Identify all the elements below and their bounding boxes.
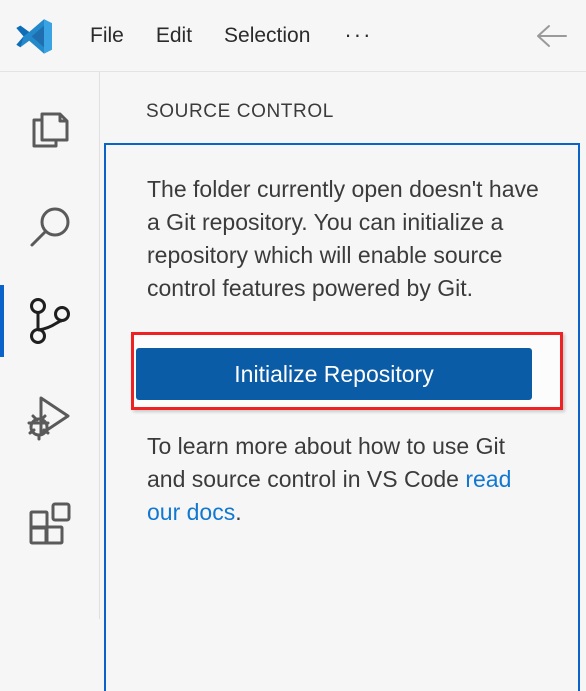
annotation-highlight-box: Initialize Repository xyxy=(131,332,563,410)
sidebar-item-extensions[interactable] xyxy=(0,487,100,559)
menu-item-edit[interactable]: Edit xyxy=(140,17,208,54)
active-indicator xyxy=(0,192,4,264)
active-indicator xyxy=(0,285,4,357)
source-control-sidebar: SOURCE CONTROL The folder currently open… xyxy=(101,72,586,691)
menu-item-more-icon[interactable]: ··· xyxy=(326,16,388,54)
menu-item-file[interactable]: File xyxy=(74,17,140,54)
vscode-logo-icon xyxy=(16,18,52,54)
menu-item-selection[interactable]: Selection xyxy=(208,17,326,54)
active-indicator xyxy=(0,382,4,454)
sidebar-item-search[interactable] xyxy=(0,192,100,264)
initialize-repository-button[interactable]: Initialize Repository xyxy=(136,348,532,400)
active-indicator xyxy=(0,487,4,559)
welcome-paragraph-2-suffix: . xyxy=(235,499,242,525)
files-icon xyxy=(32,112,69,148)
welcome-content: The folder currently open doesn't have a… xyxy=(131,173,563,529)
vscode-window: File Edit Selection ··· SOURCE CONTROL T… xyxy=(0,0,586,691)
run-and-debug-icon xyxy=(27,396,70,441)
sidebar-item-source-control[interactable] xyxy=(0,285,100,357)
extensions-icon xyxy=(29,502,71,545)
menu-item-list: File Edit Selection ··· xyxy=(74,16,388,54)
arrow-left-icon[interactable] xyxy=(534,22,570,50)
initialize-repository-area: Initialize Repository xyxy=(131,332,579,410)
sidebar-item-run-and-debug[interactable] xyxy=(0,382,100,454)
search-icon xyxy=(30,207,70,247)
source-control-icon xyxy=(30,298,70,344)
active-indicator xyxy=(0,94,4,166)
welcome-paragraph-2: To learn more about how to use Git and s… xyxy=(147,430,547,529)
sidebar-item-explorer[interactable] xyxy=(0,94,100,166)
welcome-paragraph-1: The folder currently open doesn't have a… xyxy=(147,176,539,301)
source-control-welcome-pane: The folder currently open doesn't have a… xyxy=(104,143,580,691)
activity-bar xyxy=(0,72,100,619)
welcome-paragraph-2-prefix: To learn more about how to use Git and s… xyxy=(147,433,505,492)
page-title: SOURCE CONTROL xyxy=(146,101,334,122)
title-menu-bar: File Edit Selection ··· xyxy=(0,0,586,72)
